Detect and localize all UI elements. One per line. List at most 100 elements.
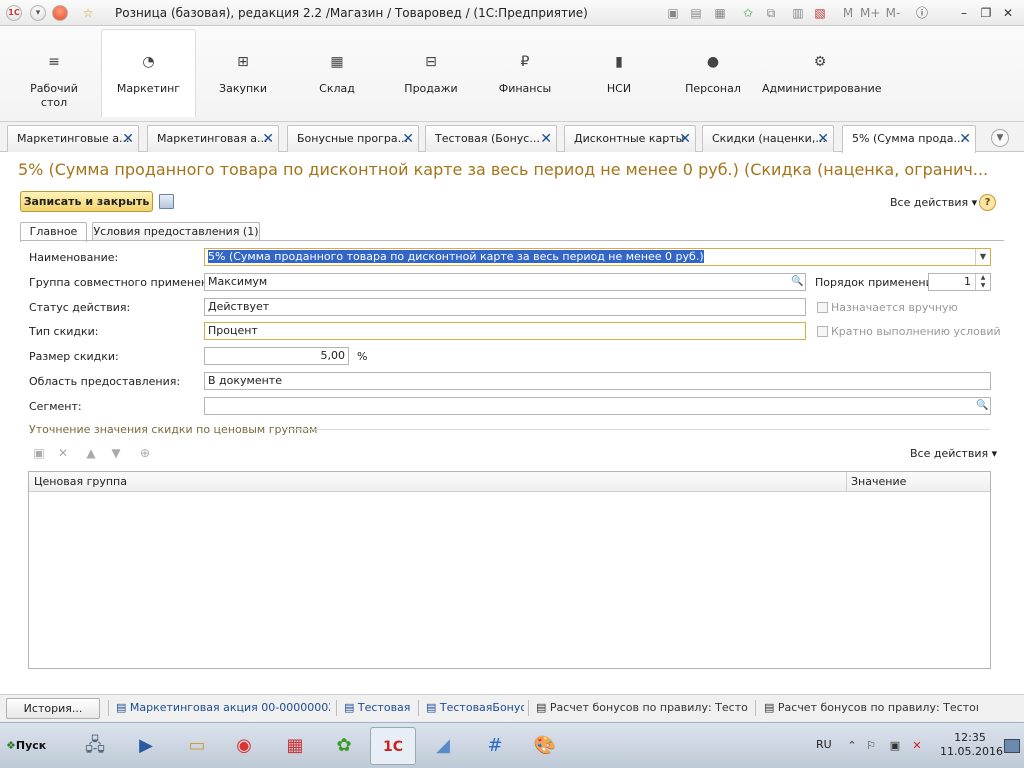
start-button[interactable]: ❖Пуск: [2, 733, 54, 759]
area-input[interactable]: В документе: [204, 372, 991, 390]
size-value: 5,00: [320, 349, 346, 362]
search-icon[interactable]: 🔍: [790, 274, 805, 290]
section-personnel[interactable]: ● Персонал: [666, 30, 760, 118]
close-icon[interactable]: ✕: [402, 126, 414, 152]
search-icon[interactable]: 🔍: [975, 398, 990, 414]
apps-grid-icon[interactable]: ▦: [272, 727, 318, 765]
close-icon[interactable]: ✕: [1000, 5, 1016, 21]
document-icon: ▤: [426, 701, 440, 714]
order-input[interactable]: 1 ▲ ▼: [928, 273, 991, 291]
app-logo-icon[interactable]: 1С: [6, 5, 22, 21]
history-item[interactable]: ▤ Тестовая: [344, 701, 414, 714]
chevron-down-icon[interactable]: ▾: [30, 5, 46, 21]
section-desktop[interactable]: ≡ Рабочий стол: [8, 30, 100, 118]
restore-icon[interactable]: ❐: [978, 5, 994, 21]
multiple-checkbox[interactable]: [817, 326, 828, 337]
memory-subtract-button[interactable]: M-: [884, 5, 902, 21]
paint-icon[interactable]: 🎨: [522, 727, 568, 765]
language-indicator[interactable]: RU: [816, 738, 832, 751]
column-header-price-group[interactable]: Ценовая группа: [34, 475, 127, 488]
group-input[interactable]: Максимум 🔍: [204, 273, 806, 291]
close-icon[interactable]: ✕: [959, 126, 971, 152]
add-row-icon[interactable]: ▣: [32, 446, 46, 460]
tab-current-discount[interactable]: 5% (Сумма прода... ✕: [842, 125, 976, 153]
manual-checkbox[interactable]: [817, 302, 828, 313]
network-icon[interactable]: ▣: [888, 739, 902, 753]
section-purchases[interactable]: ⊞ Закупки: [196, 30, 290, 118]
print-icon[interactable]: ▤: [688, 5, 704, 21]
help-icon[interactable]: ?: [979, 194, 996, 211]
history-item[interactable]: ▤ Расчет бонусов по правилу: Тестов...: [536, 701, 748, 714]
move-up-icon[interactable]: ▲: [84, 446, 98, 460]
table-all-actions-menu[interactable]: Все действия ▾: [910, 447, 997, 460]
tab-test-bonus[interactable]: Тестовая (Бонус... ✕: [425, 125, 557, 152]
status-input[interactable]: Действует: [204, 298, 806, 316]
column-separator[interactable]: [846, 472, 847, 492]
history-item[interactable]: ▤ Расчет бонусов по правилу: Тестов...: [764, 701, 978, 714]
show-desktop-icon[interactable]: [1004, 739, 1020, 753]
hashtag-app-icon[interactable]: #: [472, 727, 518, 765]
section-label: Администрирование: [762, 82, 882, 95]
tab-discounts[interactable]: Скидки (наценки,... ✕: [702, 125, 834, 152]
folder-icon[interactable]: ▭: [174, 727, 220, 765]
segment-input[interactable]: 🔍: [204, 397, 991, 415]
tab-marketing-action[interactable]: Маркетинговая а... ✕: [147, 125, 279, 152]
tray-expand-icon[interactable]: ⌃: [845, 739, 859, 753]
history-button[interactable]: История...: [6, 698, 100, 719]
size-input[interactable]: 5,00: [204, 347, 349, 365]
separator: [108, 700, 109, 716]
section-sales[interactable]: ⊟ Продажи: [384, 30, 478, 118]
editor-icon[interactable]: ◢: [420, 727, 466, 765]
dropdown-icon[interactable]: ▼: [975, 249, 990, 265]
all-actions-menu[interactable]: Все действия ▾: [890, 196, 977, 209]
1c-enterprise-icon[interactable]: 1С: [370, 727, 416, 765]
link-icon[interactable]: ⧉: [763, 5, 779, 21]
name-input[interactable]: 5% (Сумма проданного товара по дисконтно…: [204, 248, 991, 266]
close-icon[interactable]: ✕: [122, 126, 134, 152]
calculator-icon[interactable]: ▥: [790, 5, 806, 21]
info-icon[interactable]: ⓘ: [914, 5, 930, 21]
preview-icon[interactable]: ▦: [712, 5, 728, 21]
tab-conditions[interactable]: Условия предоставления (1): [92, 222, 260, 241]
column-header-value[interactable]: Значение: [851, 475, 906, 488]
section-warehouse[interactable]: ▦ Склад: [290, 30, 384, 118]
type-input[interactable]: Процент: [204, 322, 806, 340]
clock[interactable]: 12:35 11.05.2016: [940, 731, 1003, 759]
memory-store-button[interactable]: M: [840, 5, 856, 21]
section-marketing[interactable]: ◔ Маркетинг: [101, 29, 196, 117]
home-icon[interactable]: [52, 5, 68, 21]
minimize-icon[interactable]: –: [956, 5, 972, 21]
save-and-close-button[interactable]: Записать и закрыть: [20, 191, 153, 212]
chrome-icon[interactable]: ◉: [221, 727, 267, 765]
move-down-icon[interactable]: ▼: [109, 446, 123, 460]
network-app-icon[interactable]: 🖧: [72, 727, 118, 765]
section-administration[interactable]: ⚙ Администрирование: [762, 30, 882, 118]
tab-discount-cards[interactable]: Дисконтные карты ✕: [564, 125, 696, 152]
add-icon[interactable]: ⊕: [138, 446, 152, 460]
calendar-icon[interactable]: ▧: [812, 5, 828, 21]
close-icon[interactable]: ✕: [262, 126, 274, 152]
close-icon[interactable]: ✕: [679, 126, 691, 152]
star-icon[interactable]: ☆: [80, 5, 96, 21]
volume-muted-icon[interactable]: ✕: [910, 739, 924, 753]
icq-flower-icon[interactable]: ✿: [321, 727, 367, 765]
save-icon[interactable]: ▣: [665, 5, 681, 21]
section-finance[interactable]: ₽ Финансы: [478, 30, 572, 118]
delete-row-icon[interactable]: ✕: [56, 446, 70, 460]
tab-main[interactable]: Главное: [20, 222, 87, 242]
tabs-overflow-icon[interactable]: ▼: [991, 129, 1009, 147]
close-icon[interactable]: ✕: [817, 126, 829, 152]
close-icon[interactable]: ✕: [540, 126, 552, 152]
memory-add-button[interactable]: M+: [860, 5, 880, 21]
tab-bonus-programs[interactable]: Бонусные програ... ✕: [287, 125, 419, 152]
price-group-table[interactable]: Ценовая группа Значение: [28, 471, 991, 669]
save-icon[interactable]: [159, 194, 174, 209]
flag-icon[interactable]: ⚐: [864, 739, 878, 753]
add-favorite-icon[interactable]: ✩: [740, 5, 756, 21]
tab-marketing-actions[interactable]: Маркетинговые а... ✕: [7, 125, 139, 152]
powershell-icon[interactable]: ▶: [123, 727, 169, 765]
history-item[interactable]: ▤ ТестоваяБонус: [426, 701, 524, 714]
history-item[interactable]: ▤ Маркетинговая акция 00-00000002 ...: [116, 701, 330, 714]
section-nsi[interactable]: ▮ НСИ: [572, 30, 666, 118]
spinner-icon[interactable]: ▲ ▼: [975, 274, 990, 290]
